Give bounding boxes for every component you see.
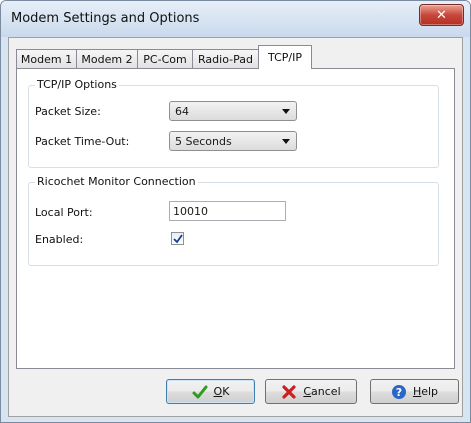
chevron-down-icon	[282, 139, 290, 144]
packet-size-dropdown[interactable]: 64	[169, 101, 297, 121]
window-title: Modem Settings and Options	[11, 11, 200, 26]
dialog-client-area: Modem 1 Modem 2 PC-Com Radio-Pad TCP/IP …	[8, 37, 463, 417]
close-icon: ✕	[436, 7, 447, 23]
ok-button[interactable]: OK	[166, 379, 255, 404]
local-port-value: 10010	[173, 204, 208, 218]
enabled-checkbox[interactable]	[171, 232, 184, 245]
help-button[interactable]: ? Help	[370, 379, 459, 404]
tab-pc-com[interactable]: PC-Com	[137, 49, 193, 68]
enabled-label: Enabled:	[35, 233, 84, 246]
help-button-label: Help	[412, 385, 439, 398]
ok-button-label: OK	[213, 385, 230, 398]
cancel-button[interactable]: Cancel	[265, 379, 357, 404]
packet-size-value: 64	[175, 104, 189, 118]
title-bar[interactable]: Modem Settings and Options ✕	[1, 1, 470, 37]
chevron-down-icon	[282, 109, 290, 114]
svg-text:?: ?	[396, 386, 402, 399]
cancel-button-label: Cancel	[303, 385, 341, 398]
cancel-x-icon	[282, 384, 296, 399]
help-question-icon: ?	[391, 384, 406, 399]
tab-radio-pad[interactable]: Radio-Pad	[192, 49, 259, 68]
packet-timeout-value: 5 Seconds	[175, 134, 232, 148]
ricochet-monitor-legend: Ricochet Monitor Connection	[35, 175, 198, 188]
tcp-ip-options-legend: TCP/IP Options	[35, 78, 119, 91]
tab-tcp-ip[interactable]: TCP/IP	[258, 45, 312, 69]
tcp-ip-tab-panel: TCP/IP Options Packet Size: 64 Packet Ti…	[16, 68, 455, 369]
packet-timeout-label: Packet Time-Out:	[35, 135, 130, 148]
ricochet-monitor-group: Ricochet Monitor Connection Local Port: …	[28, 175, 439, 266]
close-button[interactable]: ✕	[419, 4, 464, 26]
tab-strip: Modem 1 Modem 2 PC-Com Radio-Pad TCP/IP	[16, 45, 456, 69]
packet-timeout-dropdown[interactable]: 5 Seconds	[169, 131, 297, 151]
checkmark-icon	[172, 233, 183, 243]
dialog-window: Modem Settings and Options ✕ Modem 1 Mod…	[0, 0, 471, 423]
local-port-input[interactable]: 10010	[169, 201, 286, 221]
packet-size-label: Packet Size:	[35, 105, 101, 118]
tab-modem-2[interactable]: Modem 2	[76, 49, 138, 68]
checkmark-icon	[192, 385, 208, 398]
tcp-ip-options-group: TCP/IP Options Packet Size: 64 Packet Ti…	[28, 78, 439, 168]
local-port-label: Local Port:	[35, 206, 93, 219]
tab-modem-1[interactable]: Modem 1	[16, 49, 77, 68]
